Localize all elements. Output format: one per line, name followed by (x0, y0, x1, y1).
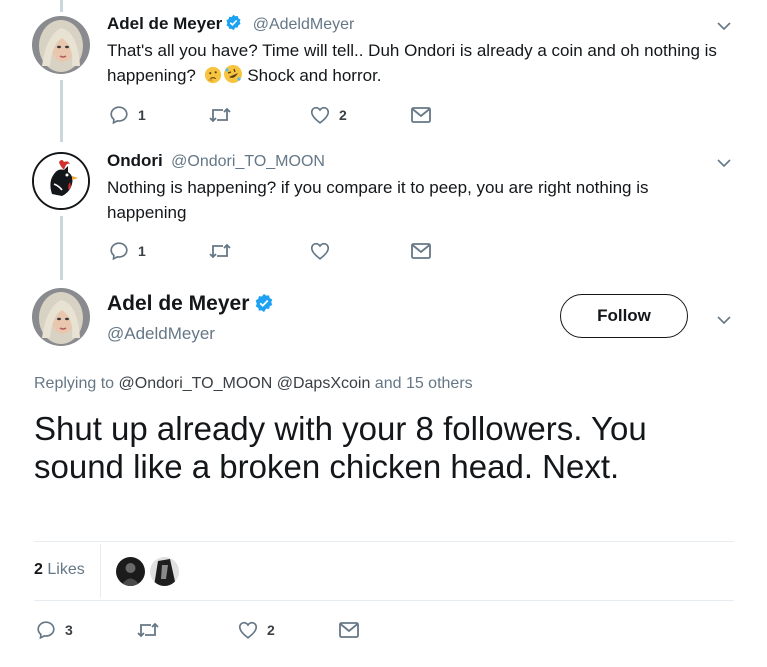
retweet-button[interactable] (136, 619, 160, 641)
others-link[interactable]: and 15 others (375, 375, 473, 392)
tweet-text-line: happening (107, 203, 187, 222)
divider (34, 541, 734, 542)
author-handle[interactable]: @AdeldMeyer (253, 16, 355, 33)
chevron-down-icon[interactable] (716, 312, 732, 333)
chevron-down-icon[interactable] (716, 155, 732, 176)
divider (34, 600, 734, 601)
mention-link[interactable]: @Ondori_TO_MOON (119, 375, 273, 392)
tweet-text-line: Shock and horror. (247, 66, 382, 85)
tweet-text-line: happening? (107, 66, 196, 85)
retweet-icon (137, 622, 159, 638)
avatar-ondori[interactable] (32, 152, 90, 210)
heart-icon (310, 106, 330, 124)
replying-to-label: Replying to (34, 375, 115, 392)
tweet-text-line: sound like a broken chicken head. Next. (34, 448, 620, 485)
tweet1-text: That's all you have? Time will tell.. Du… (107, 38, 717, 91)
thread-line-1 (60, 80, 63, 142)
tweet-text-line: Nothing is happening? if you compare it … (107, 178, 649, 197)
replying-to: Replying to @Ondori_TO_MOON @DapsXcoin a… (34, 375, 473, 393)
laughing-face-icon (223, 64, 243, 91)
like-button[interactable]: 2 (237, 619, 275, 641)
author-handle[interactable]: @Ondori_TO_MOON (171, 153, 325, 170)
envelope-icon (339, 622, 359, 638)
liker-avatar[interactable] (150, 557, 179, 586)
thinking-face-icon (204, 66, 222, 91)
likes-count: 2 (34, 561, 43, 578)
envelope-icon (411, 243, 431, 259)
tweet1-header: Adel de Meyer @AdeldMeyer (107, 14, 354, 36)
reply-button[interactable]: 1 (108, 104, 146, 126)
tweet-text-line: That's all you have? Time will tell.. Du… (107, 41, 717, 60)
heart-icon (310, 242, 330, 260)
follow-button[interactable]: Follow (560, 294, 688, 338)
like-count: 2 (339, 107, 347, 123)
envelope-icon (411, 107, 431, 123)
reply-icon (37, 621, 55, 640)
divider (100, 544, 101, 598)
thread-line-2 (60, 216, 63, 280)
verified-icon (254, 293, 274, 318)
verified-icon (225, 14, 242, 36)
retweet-button[interactable] (208, 240, 232, 262)
thread-line-top (60, 0, 63, 12)
main-author-name-row: Adel de Meyer (107, 292, 274, 318)
reply-icon (110, 242, 128, 261)
tweet2-header: Ondori @Ondori_TO_MOON (107, 151, 325, 171)
chevron-down-icon[interactable] (716, 18, 732, 39)
author-name[interactable]: Ondori (107, 151, 163, 170)
like-button[interactable]: 2 (309, 104, 347, 126)
reply-button[interactable]: 3 (35, 619, 73, 641)
dm-button[interactable] (410, 241, 432, 261)
reply-count: 3 (65, 622, 73, 638)
author-name[interactable]: Adel de Meyer (107, 14, 222, 33)
mention-link[interactable]: @DapsXcoin (277, 375, 371, 392)
author-handle[interactable]: @AdeldMeyer (107, 324, 215, 344)
like-count: 2 (267, 622, 275, 638)
retweet-button[interactable] (208, 104, 232, 126)
liker-avatar[interactable] (116, 557, 145, 586)
author-name[interactable]: Adel de Meyer (107, 292, 249, 315)
likes-label: Likes (47, 561, 85, 578)
tweet2-text: Nothing is happening? if you compare it … (107, 175, 649, 225)
avatar-adel[interactable] (32, 16, 90, 74)
dm-button[interactable] (338, 620, 360, 640)
reply-count: 1 (138, 107, 146, 123)
tweet-text-line: Shut up already with your 8 followers. Y… (34, 410, 647, 447)
reply-button[interactable]: 1 (108, 240, 146, 262)
like-button[interactable] (309, 240, 331, 262)
main-tweet-text: Shut up already with your 8 followers. Y… (34, 410, 647, 486)
reply-count: 1 (138, 243, 146, 259)
retweet-icon (209, 107, 231, 123)
retweet-icon (209, 243, 231, 259)
reply-icon (110, 106, 128, 125)
likes-summary[interactable]: 2 Likes (34, 561, 85, 579)
dm-button[interactable] (410, 105, 432, 125)
heart-icon (238, 621, 258, 639)
avatar-adel-main[interactable] (32, 288, 90, 346)
